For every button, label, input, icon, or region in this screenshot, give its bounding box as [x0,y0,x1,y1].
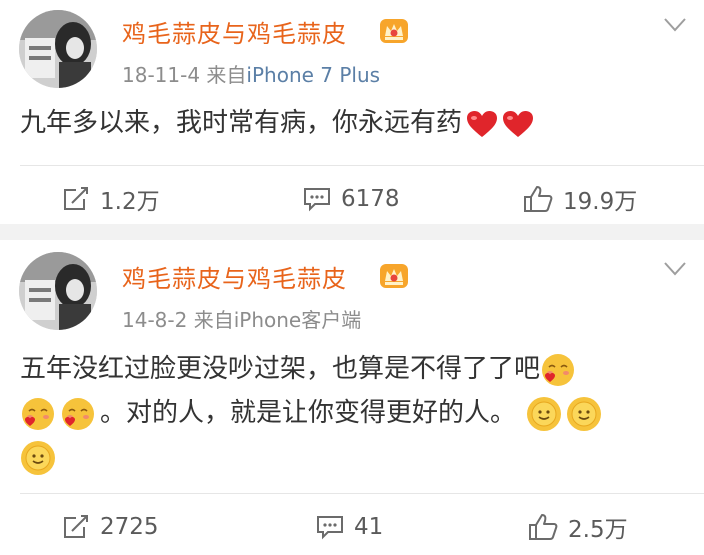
source-link[interactable]: iPhone 7 Plus [246,63,380,87]
blush-emoji [62,397,94,430]
comment-icon [304,188,330,212]
action-bar: 2725 41 2.5万 [0,502,704,552]
avatar-image [19,10,97,88]
like-icon [529,514,558,540]
action-bar: 1.2万 6178 19.9万 [0,174,704,224]
divider [20,493,704,494]
crown-icon [380,264,408,288]
heart-emoji [467,110,498,137]
repost-button[interactable]: 1.2万 [62,174,160,224]
divider [20,165,704,166]
heart-emoji [503,110,534,137]
repost-icon [64,187,88,210]
like-button[interactable]: 2.5万 [528,502,628,552]
comment-button[interactable]: 41 [316,502,383,552]
comment-count: 6178 [341,186,400,212]
post-text-line2: 。对的人，就是让你变得更好的人。 [100,398,517,428]
post-date: 14-8-2 [122,308,188,332]
sun-emoji [527,396,562,431]
avatar-image [19,252,97,330]
like-button[interactable]: 19.9万 [523,174,637,224]
repost-button[interactable]: 2725 [62,502,159,552]
chevron-down-icon[interactable] [664,262,686,276]
blush-emoji [22,397,54,430]
comment-button[interactable]: 6178 [303,174,400,224]
weibo-post: 鸡毛蒜皮与鸡毛蒜皮 18-11-4 来自iPhone 7 Plus 九年多以来，… [0,0,704,224]
like-count: 19.9万 [563,189,638,215]
like-count: 2.5万 [568,517,628,543]
repost-count: 1.2万 [100,189,160,215]
post-text-content: 九年多以来，我时常有病，你永远有药 [20,108,463,138]
sun-emoji [567,396,602,431]
post-date: 18-11-4 [122,63,201,87]
post-text-line1: 五年没红过脸更没吵过架，也算是不得了了吧 [20,354,541,384]
repost-icon [64,515,88,538]
post-text-third-line [20,431,60,483]
via-label: 来自 [206,63,247,87]
post-separator [0,224,704,240]
crown-icon [380,19,408,43]
username[interactable]: 鸡毛蒜皮与鸡毛蒜皮 [122,259,347,294]
repost-count: 2725 [100,514,159,540]
chevron-down-icon[interactable] [664,18,686,32]
via-label: 来自 [193,308,234,332]
username[interactable]: 鸡毛蒜皮与鸡毛蒜皮 [122,14,347,49]
like-icon [524,186,553,212]
comment-count: 41 [354,514,384,540]
weibo-post: 鸡毛蒜皮与鸡毛蒜皮 14-8-2 来自iPhone客户端 五年没红过脸更没吵过架… [0,240,704,555]
sun-emoji [21,440,55,475]
post-meta: 18-11-4 来自iPhone 7 Plus [122,59,380,88]
avatar[interactable] [19,252,97,330]
source-label[interactable]: iPhone客户端 [234,308,362,332]
post-text: 九年多以来，我时常有病，你永远有药 [20,97,534,149]
post-meta: 14-8-2 来自iPhone客户端 [122,304,361,333]
avatar[interactable] [19,10,97,88]
comment-icon [317,516,343,540]
blush-emoji [542,353,575,386]
post-text-second-line: 。对的人，就是让你变得更好的人。 [20,387,606,439]
